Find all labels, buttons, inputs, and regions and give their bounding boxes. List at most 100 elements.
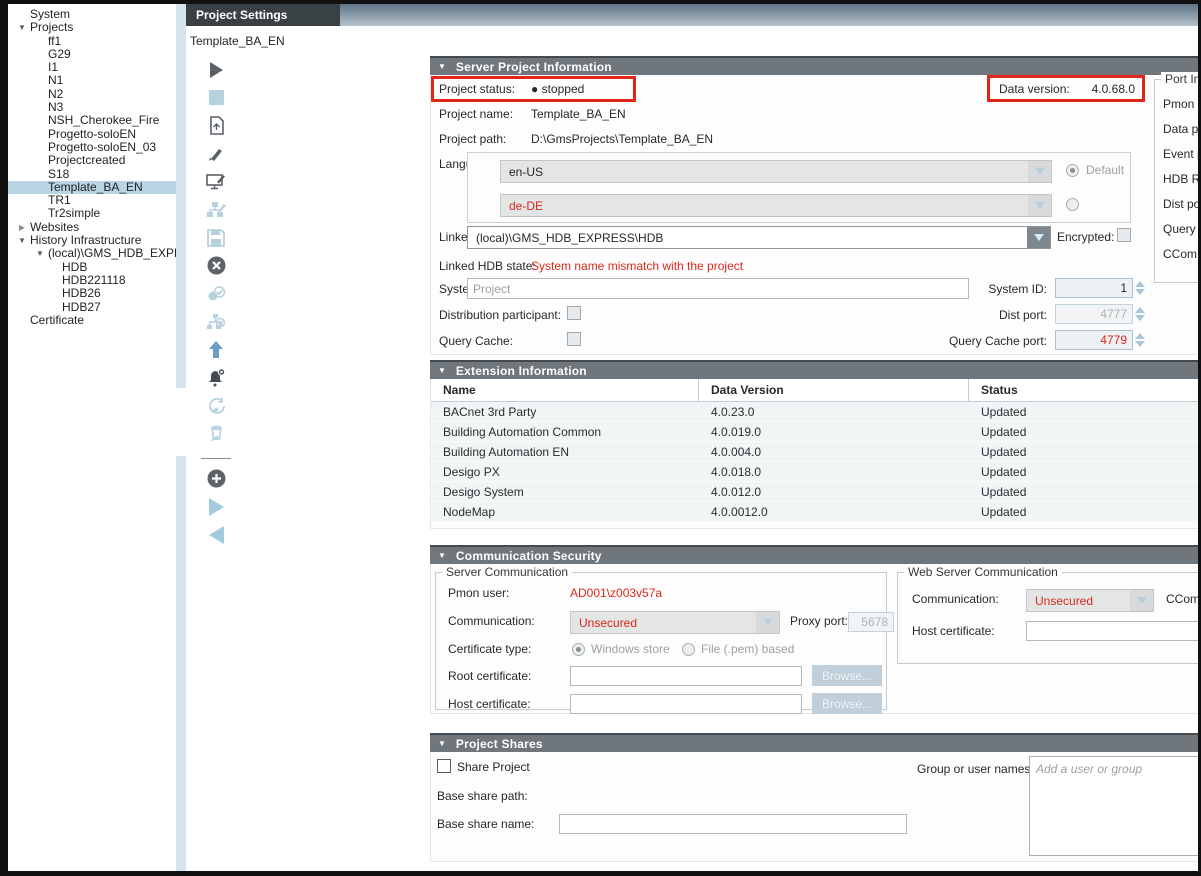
tree-splitter[interactable]	[176, 4, 186, 871]
tree-item-n2[interactable]: N2	[8, 88, 176, 101]
tree-item-hdb221118[interactable]: HDB221118	[8, 274, 176, 287]
language-secondary-dropdown[interactable]: de-DE	[500, 194, 1052, 217]
chevron-down-icon[interactable]	[1130, 590, 1153, 611]
web-communication-dropdown[interactable]: Unsecured	[1026, 589, 1154, 612]
tree-item-i1[interactable]: I1	[8, 61, 176, 74]
edit-project-button[interactable]	[205, 144, 227, 163]
validate-network-button[interactable]	[205, 312, 227, 331]
collapse-icon[interactable]: ▼	[14, 234, 30, 247]
start-project-button[interactable]	[205, 60, 227, 79]
query-cache-checkbox[interactable]	[567, 332, 581, 346]
system-name-input[interactable]	[467, 278, 969, 299]
notifications-button[interactable]	[205, 368, 227, 387]
tree-item-hdb27[interactable]: HDB27	[8, 301, 176, 314]
proxy-port-value[interactable]: 5678	[848, 612, 894, 632]
encrypted-checkbox[interactable]	[1117, 228, 1131, 242]
extension-row[interactable]: Building Automation Common4.0.019.0Updat…	[431, 422, 1198, 442]
system-id-spinner[interactable]	[1134, 278, 1145, 298]
license-check-button[interactable]	[205, 284, 227, 303]
system-id-value[interactable]: 1	[1055, 278, 1133, 298]
project-display-button[interactable]	[205, 172, 227, 191]
language-primary-dropdown[interactable]: en-US	[500, 160, 1052, 183]
tree-item-system[interactable]: System	[8, 8, 176, 21]
host-certificate-browse-button[interactable]: Browse...	[812, 693, 882, 714]
next-project-button[interactable]	[205, 497, 227, 516]
chevron-down-icon[interactable]	[756, 612, 779, 633]
column-header-name[interactable]: Name	[431, 379, 699, 401]
column-header-status[interactable]: Status	[969, 379, 1198, 401]
extension-row[interactable]: NodeMap4.0.0012.0Updated	[431, 502, 1198, 522]
tree-item-nsh-cherokee-fire[interactable]: NSH_Cherokee_Fire	[8, 114, 176, 127]
tree-item-label: TR1	[48, 194, 71, 207]
tree-item-n3[interactable]: N3	[8, 101, 176, 114]
tree-item-hdb[interactable]: HDB	[8, 261, 176, 274]
collapse-icon[interactable]: ▼	[438, 739, 446, 748]
tree-item-hdb26[interactable]: HDB26	[8, 287, 176, 300]
collapse-icon[interactable]: ▼	[14, 21, 30, 34]
collapse-icon[interactable]: ▼	[438, 551, 446, 560]
share-project-checkbox[interactable]	[437, 759, 451, 773]
tree-item-history-infrastructure[interactable]: ▼History Infrastructure	[8, 234, 176, 247]
file-pem-radio[interactable]	[682, 643, 695, 656]
tree-item-ff1[interactable]: ff1	[8, 35, 176, 48]
tree-item--local-gms-hdb-express[interactable]: ▼(local)\GMS_HDB_EXPRESS	[8, 247, 176, 260]
delete-project-button[interactable]	[205, 256, 227, 275]
save-project-button[interactable]	[205, 228, 227, 247]
distribution-participant-checkbox[interactable]	[567, 306, 581, 320]
stop-project-button[interactable]	[205, 88, 227, 107]
collapse-icon[interactable]: ▼	[438, 62, 446, 71]
section-header-extension-information[interactable]: ▼ Extension Information	[430, 360, 1198, 379]
extension-row[interactable]: BACnet 3rd Party4.0.23.0Updated	[431, 402, 1198, 422]
tree-item-tr2simple[interactable]: Tr2simple	[8, 207, 176, 220]
extension-row[interactable]: Desigo PX4.0.018.0Updated	[431, 462, 1198, 482]
tab-project-settings[interactable]: Project Settings	[186, 4, 340, 26]
dist-port-value[interactable]: 4777	[1055, 304, 1133, 324]
extension-row[interactable]: Building Automation EN4.0.004.0Updated	[431, 442, 1198, 462]
upload-project-button[interactable]	[205, 340, 227, 359]
group-user-names-input[interactable]	[1029, 756, 1198, 856]
column-header-data-version[interactable]: Data Version	[699, 379, 969, 401]
tree-item-certificate[interactable]: Certificate	[8, 314, 176, 327]
root-certificate-input[interactable]	[570, 666, 802, 686]
query-cache-port-spinner[interactable]	[1134, 330, 1145, 350]
cleanup-button[interactable]	[205, 424, 227, 443]
tree-item-tr1[interactable]: TR1	[8, 194, 176, 207]
proxy-port-spinner[interactable]	[873, 612, 884, 632]
collapse-icon[interactable]: ▼	[32, 247, 48, 260]
tree-item-progetto-soloen-03[interactable]: Progetto-soloEN_03	[8, 141, 176, 154]
windows-store-radio[interactable]	[572, 643, 585, 656]
chevron-down-icon[interactable]	[1027, 227, 1050, 248]
restore-project-button[interactable]	[205, 116, 227, 135]
tree-item-projects[interactable]: ▼Projects	[8, 21, 176, 34]
tree-item-websites[interactable]: ▶Websites	[8, 221, 176, 234]
expand-icon[interactable]: ▶	[14, 221, 30, 234]
chevron-down-icon[interactable]	[1028, 195, 1051, 216]
add-project-button[interactable]	[205, 469, 227, 488]
tree-item-projectcreated[interactable]: Projectcreated	[8, 154, 176, 167]
chevron-down-icon[interactable]	[1028, 161, 1051, 182]
previous-project-button[interactable]	[205, 525, 227, 544]
server-communication-dropdown[interactable]: Unsecured	[570, 611, 780, 634]
section-header-server-project-information[interactable]: ▼ Server Project Information	[430, 56, 1198, 75]
tree-item-n1[interactable]: N1	[8, 74, 176, 87]
tree-scrollbar-thumb[interactable]	[176, 388, 186, 456]
root-certificate-browse-button[interactable]: Browse...	[812, 665, 882, 686]
section-header-communication-security[interactable]: ▼ Communication Security	[430, 545, 1198, 564]
default-language-radio[interactable]	[1066, 164, 1079, 177]
history-restore-button[interactable]	[205, 396, 227, 415]
collapse-icon[interactable]: ▼	[438, 366, 446, 375]
engineer-network-button[interactable]	[205, 200, 227, 219]
secondary-language-radio[interactable]	[1066, 198, 1079, 211]
tree-item-s18[interactable]: S18	[8, 168, 176, 181]
host-certificate-input[interactable]	[570, 694, 802, 714]
web-host-certificate-input[interactable]	[1026, 621, 1198, 641]
base-share-name-input[interactable]	[559, 814, 907, 834]
tree-item-g29[interactable]: G29	[8, 48, 176, 61]
tree-item-template-ba-en[interactable]: Template_BA_EN	[8, 181, 176, 194]
linked-hdb-dropdown[interactable]: (local)\GMS_HDB_EXPRESS\HDB	[467, 226, 1051, 249]
extension-row[interactable]: Desigo System4.0.012.0Updated	[431, 482, 1198, 502]
dist-port-spinner[interactable]	[1134, 304, 1145, 324]
query-cache-port-value[interactable]: 4779	[1055, 330, 1133, 350]
tree-item-progetto-soloen[interactable]: Progetto-soloEN	[8, 128, 176, 141]
section-header-project-shares[interactable]: ▼ Project Shares	[430, 733, 1198, 752]
